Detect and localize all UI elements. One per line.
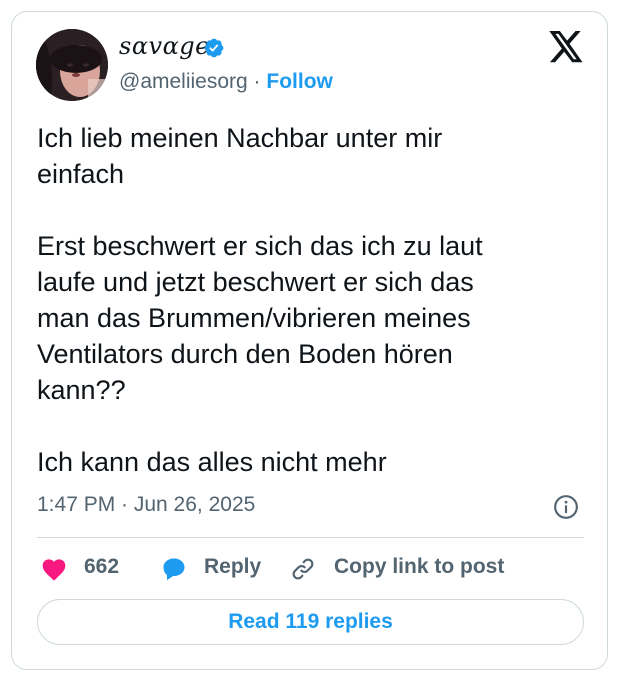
tweet-text: Ich lieb meinen Nachbar unter mir einfac…	[37, 123, 483, 477]
like-count[interactable]: 662	[84, 555, 119, 579]
separator-dot: ·	[253, 70, 261, 93]
read-replies-button[interactable]: Read 119 replies	[37, 599, 584, 645]
verified-badge-icon	[204, 38, 224, 58]
reply-button[interactable]: Reply	[204, 555, 261, 579]
author-handle[interactable]: @ameliiesorg	[119, 70, 248, 93]
follow-button[interactable]: Follow	[266, 70, 333, 93]
author-handle-row: @ameliiesorg · Follow	[119, 70, 333, 94]
info-icon[interactable]	[553, 494, 579, 520]
tweet-timestamp[interactable]: 1:47 PM · Jun 26, 2025	[37, 493, 255, 517]
copy-link-button[interactable]: Copy link to post	[334, 555, 504, 579]
action-bar: 662 Reply Copy link to post	[37, 552, 584, 584]
divider	[37, 537, 584, 538]
reply-bubble-icon[interactable]	[160, 555, 188, 583]
author-display-name[interactable]: sɑvɑge	[119, 32, 210, 60]
avatar-photo	[36, 29, 108, 101]
link-icon[interactable]	[290, 556, 316, 582]
heart-icon[interactable]	[40, 556, 68, 581]
avatar[interactable]	[36, 29, 108, 101]
x-logo-icon[interactable]	[549, 31, 584, 63]
